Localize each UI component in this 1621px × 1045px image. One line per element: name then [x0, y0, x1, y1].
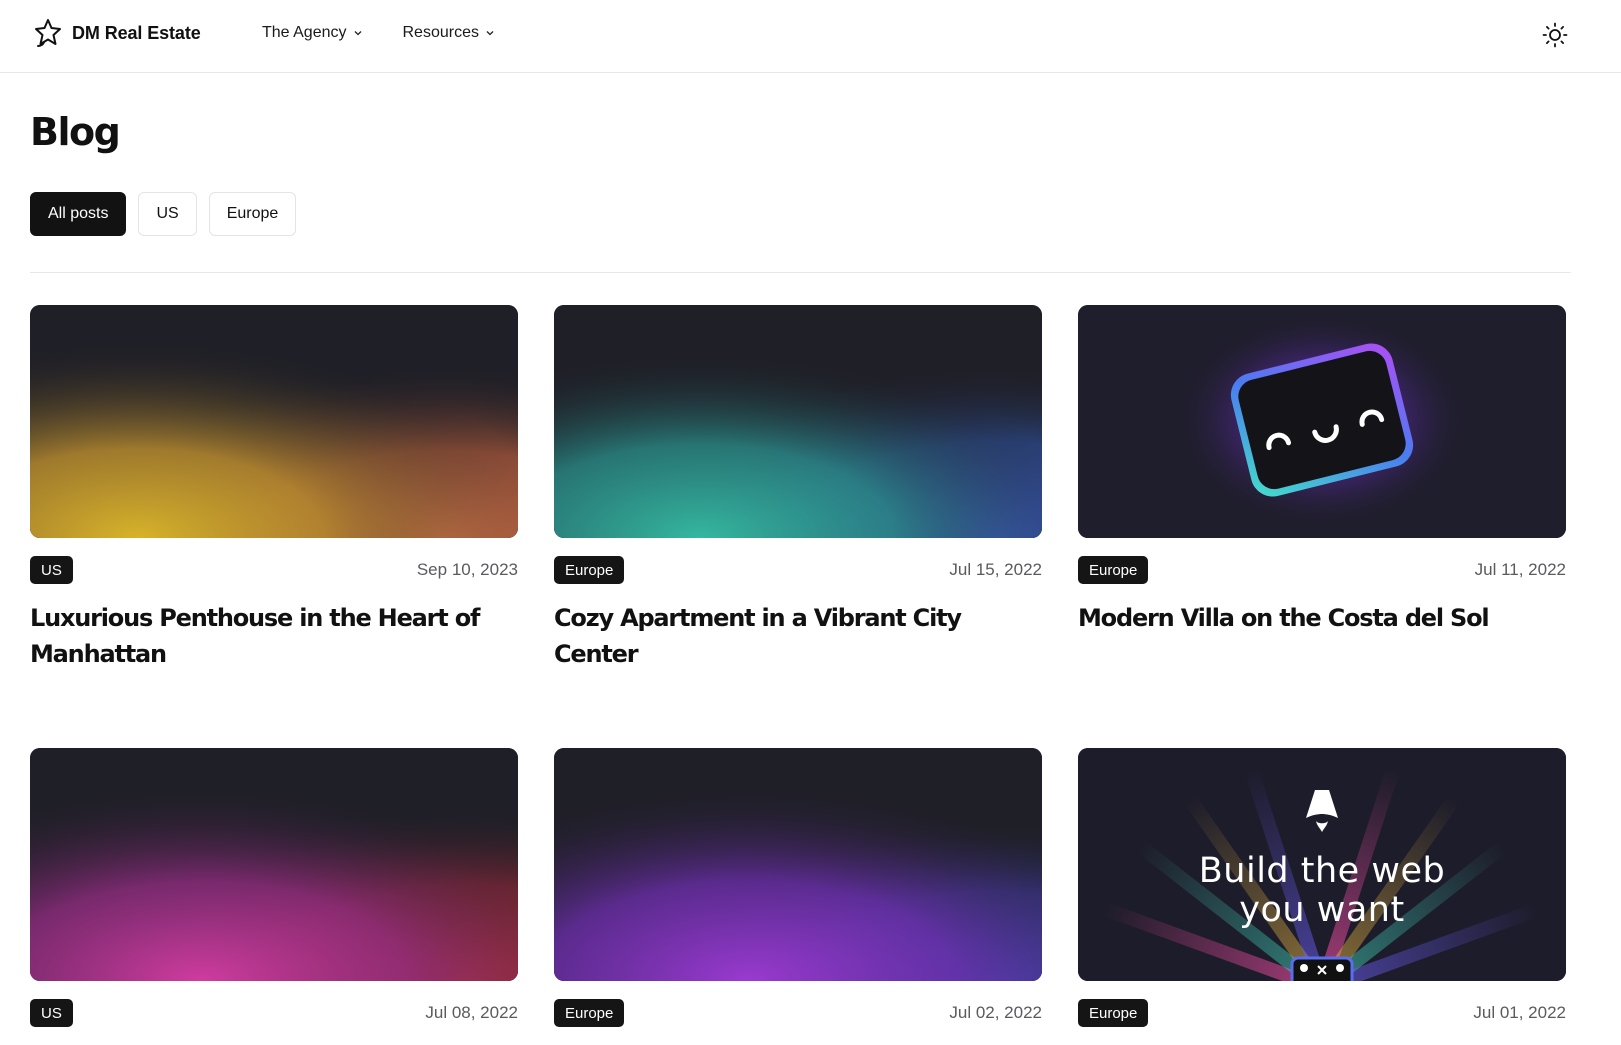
category-badge: Europe — [1078, 999, 1149, 1027]
banner-caption-line-1: Build the web — [1198, 851, 1446, 891]
post-date: Jul 08, 2022 — [425, 1003, 518, 1022]
theme-toggle-button[interactable] — [1540, 20, 1570, 50]
post-thumbnail — [1078, 305, 1566, 538]
post-date: Jul 11, 2022 — [1474, 560, 1566, 579]
sun-icon — [1542, 22, 1568, 48]
banner-caption-line-2: you want — [1239, 890, 1405, 930]
star-logo-icon — [35, 19, 61, 47]
post-title[interactable]: Modern Villa on the Costa del Sol — [1078, 600, 1566, 636]
main-nav: The Agency Resources — [262, 20, 495, 46]
filter-all-posts[interactable]: All posts — [30, 192, 127, 236]
category-badge: Europe — [554, 556, 625, 584]
nav-item-the-agency[interactable]: The Agency — [262, 24, 363, 42]
nav-item-label: The Agency — [262, 24, 347, 41]
post-card[interactable]: Europe Jul 11, 2022 Modern Villa on the … — [1078, 305, 1566, 636]
post-date: Jul 02, 2022 — [949, 1003, 1042, 1022]
chevron-down-icon — [486, 31, 494, 36]
post-meta: US Jul 08, 2022 — [30, 999, 518, 1027]
post-card[interactable]: Build the web you want Europe Jul 01, 20… — [1078, 748, 1566, 1027]
smiling-box-illustration — [1078, 305, 1566, 538]
category-filters: All posts US Europe — [30, 192, 297, 236]
post-card[interactable]: Europe Jul 15, 2022 Cozy Apartment in a … — [554, 305, 1042, 672]
post-meta: Europe Jul 01, 2022 — [1078, 999, 1566, 1027]
post-title[interactable]: Luxurious Penthouse in the Heart of Manh… — [30, 600, 518, 672]
post-date: Jul 01, 2022 — [1473, 1003, 1566, 1022]
post-meta: Europe Jul 11, 2022 — [1078, 556, 1566, 584]
post-card[interactable]: Europe Jul 02, 2022 — [554, 748, 1042, 1027]
site-header: DM Real Estate The Agency Resources — [0, 0, 1621, 73]
post-meta: Europe Jul 15, 2022 — [554, 556, 1042, 584]
post-thumbnail — [30, 748, 518, 981]
post-thumbnail: Build the web you want — [1078, 748, 1566, 981]
post-date: Sep 10, 2023 — [416, 560, 518, 579]
nav-item-resources[interactable]: Resources — [403, 24, 495, 42]
nav-item-label: Resources — [402, 24, 479, 41]
post-meta: Europe Jul 02, 2022 — [554, 999, 1042, 1027]
chevron-down-icon — [354, 31, 361, 36]
post-card[interactable]: US Jul 08, 2022 — [30, 748, 518, 1027]
category-badge: Europe — [1078, 556, 1149, 584]
filter-europe[interactable]: Europe — [208, 192, 297, 236]
post-meta: US Sep 10, 2023 — [30, 556, 518, 584]
post-thumbnail — [30, 305, 518, 538]
filter-us[interactable]: US — [138, 192, 197, 236]
post-title[interactable]: Cozy Apartment in a Vibrant City Center — [554, 600, 1042, 672]
section-divider — [30, 272, 1571, 273]
brand-logo-link[interactable]: DM Real Estate — [34, 16, 201, 50]
category-badge: US — [30, 999, 73, 1027]
brand-name: DM Real Estate — [72, 22, 201, 43]
post-card[interactable]: US Sep 10, 2023 Luxurious Penthouse in t… — [30, 305, 518, 672]
post-thumbnail — [554, 305, 1042, 538]
category-badge: Europe — [554, 999, 625, 1027]
page-title: Blog — [30, 110, 121, 154]
post-thumbnail — [554, 748, 1042, 981]
post-date: Jul 15, 2022 — [949, 560, 1042, 579]
category-badge: US — [30, 556, 73, 584]
